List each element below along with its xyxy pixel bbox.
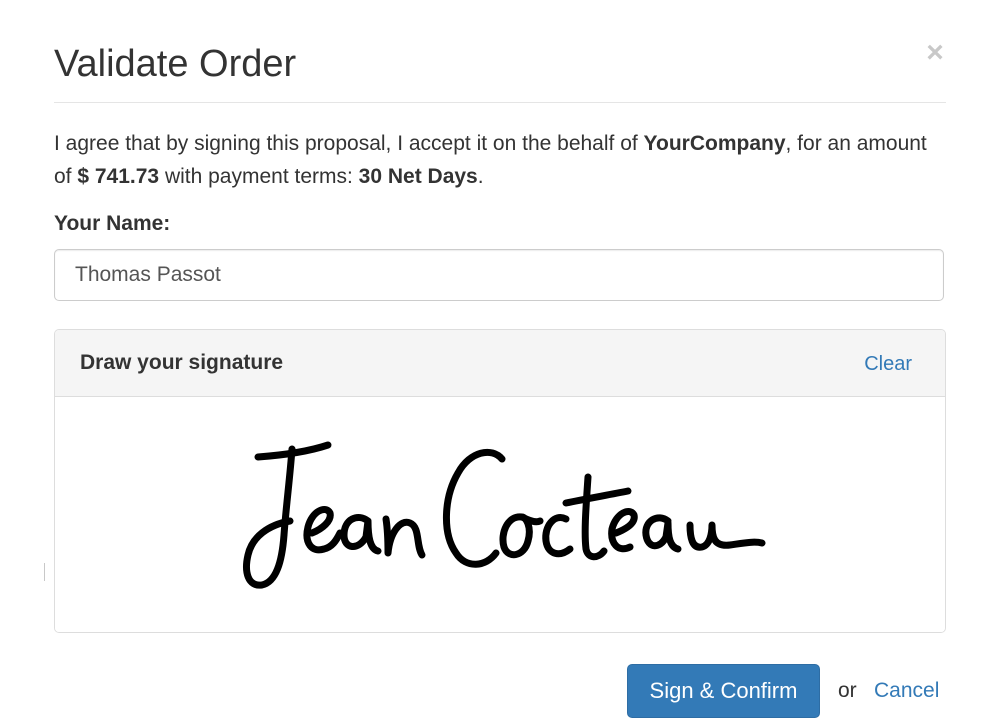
order-amount: $ 741.73 bbox=[77, 165, 160, 188]
signature-panel-title: Draw your signature bbox=[80, 351, 284, 374]
agreement-text-part: . bbox=[477, 165, 484, 188]
signature-stroke bbox=[382, 515, 426, 559]
divider-mark bbox=[44, 563, 45, 581]
signature-drawing bbox=[243, 441, 766, 589]
cancel-link[interactable]: Cancel bbox=[874, 676, 939, 706]
agreement-text: I agree that by signing this proposal, I… bbox=[54, 127, 946, 193]
signature-stroke bbox=[686, 521, 766, 551]
payment-terms: 30 Net Days bbox=[358, 165, 478, 188]
signature-stroke bbox=[499, 513, 544, 559]
signature-stroke bbox=[243, 445, 296, 589]
agreement-text-part: I agree that by signing this proposal, I… bbox=[54, 132, 644, 155]
signature-stroke bbox=[303, 506, 344, 554]
dialog-header: Validate Order × bbox=[54, 30, 946, 103]
signature-stroke bbox=[542, 514, 574, 558]
clear-signature-link[interactable]: Clear bbox=[864, 349, 912, 379]
name-label: Your Name: bbox=[54, 212, 171, 235]
close-icon[interactable]: × bbox=[924, 38, 946, 68]
sign-confirm-button[interactable]: Sign & Confirm bbox=[627, 664, 820, 718]
signature-stroke bbox=[581, 473, 608, 561]
dialog-title: Validate Order bbox=[54, 43, 297, 85]
dialog-footer: Sign & Confirm or Cancel bbox=[0, 664, 1000, 720]
signature-stroke bbox=[340, 514, 382, 555]
company-name: YourCompany bbox=[643, 132, 786, 155]
signature-pad[interactable] bbox=[55, 397, 945, 632]
signature-stroke bbox=[443, 448, 506, 568]
signature-panel: Draw your signature Clear bbox=[54, 329, 946, 633]
validate-order-dialog: Validate Order × I agree that by signing… bbox=[0, 0, 1000, 727]
agreement-text-part: with payment terms: bbox=[159, 165, 359, 188]
or-text: or bbox=[838, 679, 857, 702]
signature-panel-heading: Draw your signature Clear bbox=[55, 330, 945, 397]
signature-stroke bbox=[642, 514, 682, 553]
signature-stroke bbox=[608, 508, 638, 553]
signature-stroke bbox=[562, 487, 632, 507]
name-input[interactable] bbox=[54, 249, 944, 301]
